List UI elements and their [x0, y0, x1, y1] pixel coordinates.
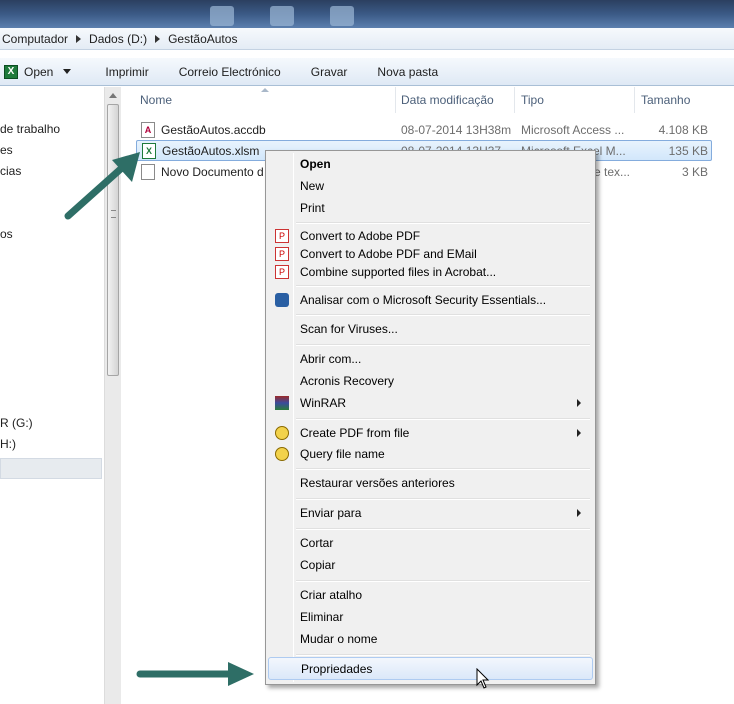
breadcrumb-item-drive[interactable]: Dados (D:)	[89, 32, 147, 46]
nav-item[interactable]: cias	[0, 164, 21, 178]
menu-item-send-to[interactable]: Enviar para	[268, 502, 593, 524]
file-name: GestãoAutos.xlsm	[162, 143, 260, 158]
breadcrumb-item-computer[interactable]: Computador	[2, 32, 68, 46]
annotation-arrow-icon	[64, 152, 140, 220]
column-header-name[interactable]: Nome	[140, 87, 396, 113]
taskbar-app-icon[interactable]	[210, 6, 234, 26]
menu-item-print[interactable]: Print	[268, 197, 593, 219]
menu-separator	[296, 498, 590, 500]
menu-item-new[interactable]: New	[268, 175, 593, 197]
menu-item-properties[interactable]: Propriedades	[268, 657, 593, 680]
nav-item[interactable]: os	[0, 227, 13, 241]
security-essentials-icon	[275, 293, 289, 307]
scroll-up-icon[interactable]	[109, 93, 117, 98]
menu-item-combine-acrobat[interactable]: P Combine supported files in Acrobat...	[268, 261, 593, 283]
open-label: Open	[24, 64, 54, 79]
new-folder-label: Nova pasta	[377, 64, 439, 79]
menu-separator	[296, 528, 590, 530]
menu-item-delete[interactable]: Eliminar	[268, 606, 593, 628]
nav-item[interactable]: R (G:)	[0, 416, 33, 430]
menu-item-restore-versions[interactable]: Restaurar versões anteriores	[268, 472, 593, 494]
menu-item-winrar[interactable]: WinRAR	[268, 392, 593, 414]
gear-icon	[275, 447, 289, 461]
open-button[interactable]: X Open	[4, 64, 72, 79]
breadcrumb-item-folder[interactable]: GestãoAutos	[168, 32, 237, 46]
window-title-bar	[0, 0, 734, 28]
file-type: e tex...	[594, 165, 631, 179]
new-folder-button[interactable]: Nova pasta	[377, 65, 438, 79]
print-button[interactable]: Imprimir	[105, 65, 148, 79]
taskbar-app-icon[interactable]	[270, 6, 294, 26]
menu-item-rename[interactable]: Mudar o nome	[268, 628, 593, 650]
file-size: 135 KB	[668, 144, 708, 158]
email-label: Correio Electrónico	[178, 64, 281, 79]
menu-separator	[296, 222, 590, 224]
menu-item-open-with[interactable]: Abrir com...	[268, 348, 593, 370]
file-size: 4.108 KB	[658, 123, 708, 137]
access-file-icon: A	[141, 121, 155, 138]
submenu-arrow-icon	[577, 429, 581, 437]
pdf-icon: P	[275, 229, 289, 243]
menu-item-query-name[interactable]: Query file name	[268, 443, 593, 465]
burn-label: Gravar	[310, 64, 348, 79]
mouse-cursor-icon	[476, 668, 490, 689]
menu-item-open[interactable]: Open	[268, 153, 593, 175]
breadcrumb: Computador Dados (D:) GestãoAutos	[0, 28, 734, 50]
submenu-arrow-icon	[577, 509, 581, 517]
acrobat-combine-icon: P	[275, 265, 289, 279]
menu-separator	[296, 468, 590, 470]
menu-item-copy[interactable]: Copiar	[268, 554, 593, 576]
chevron-down-icon[interactable]	[63, 69, 72, 74]
nav-item[interactable]: de trabalho	[0, 122, 60, 136]
menu-item-create-shortcut[interactable]: Criar atalho	[268, 584, 593, 606]
column-header-date[interactable]: Data modificação	[401, 87, 515, 113]
nav-item[interactable]: H:)	[0, 437, 16, 451]
breadcrumb-chevron-icon[interactable]	[155, 34, 161, 43]
menu-separator	[296, 344, 590, 346]
menu-item-cut[interactable]: Cortar	[268, 532, 593, 554]
menu-item-mse-scan[interactable]: Analisar com o Microsoft Security Essent…	[268, 289, 593, 311]
burn-button[interactable]: Gravar	[311, 65, 348, 79]
submenu-arrow-icon	[577, 399, 581, 407]
print-label: Imprimir	[105, 64, 149, 79]
scrollbar-thumb[interactable]	[107, 104, 119, 376]
gear-icon	[275, 426, 289, 440]
menu-item-acronis[interactable]: Acronis Recovery	[268, 370, 593, 392]
winrar-icon	[275, 396, 289, 410]
file-name: Novo Documento d	[161, 164, 264, 179]
annotation-arrow-icon	[136, 662, 254, 686]
menu-item-scan-viruses[interactable]: Scan for Viruses...	[268, 318, 593, 340]
command-toolbar: X Open Imprimir Correio Electrónico Grav…	[0, 58, 734, 86]
menu-item-create-pdf[interactable]: Create PDF from file	[268, 422, 593, 444]
menu-separator	[296, 580, 590, 582]
nav-item[interactable]: es	[0, 143, 13, 157]
file-size: 3 KB	[681, 165, 708, 179]
menu-separator	[296, 285, 590, 287]
pdf-email-icon: P	[275, 247, 289, 261]
breadcrumb-chevron-icon[interactable]	[76, 34, 82, 43]
menu-separator	[296, 418, 590, 420]
email-button[interactable]: Correio Electrónico	[179, 65, 281, 79]
file-name: GestãoAutos.accdb	[161, 122, 266, 137]
menu-separator	[296, 314, 590, 316]
context-menu: Open New Print P Convert to Adobe PDF P Co…	[265, 150, 596, 685]
file-type: Microsoft Access ...	[521, 123, 625, 137]
column-header-type[interactable]: Tipo	[521, 87, 635, 113]
file-date: 08-07-2014 13H38m	[401, 123, 512, 137]
nav-item-selected[interactable]	[0, 458, 102, 479]
column-header-size[interactable]: Tamanho	[641, 87, 719, 113]
excel-icon: X	[4, 64, 18, 79]
menu-separator	[296, 654, 590, 656]
taskbar-app-icon[interactable]	[330, 6, 354, 26]
